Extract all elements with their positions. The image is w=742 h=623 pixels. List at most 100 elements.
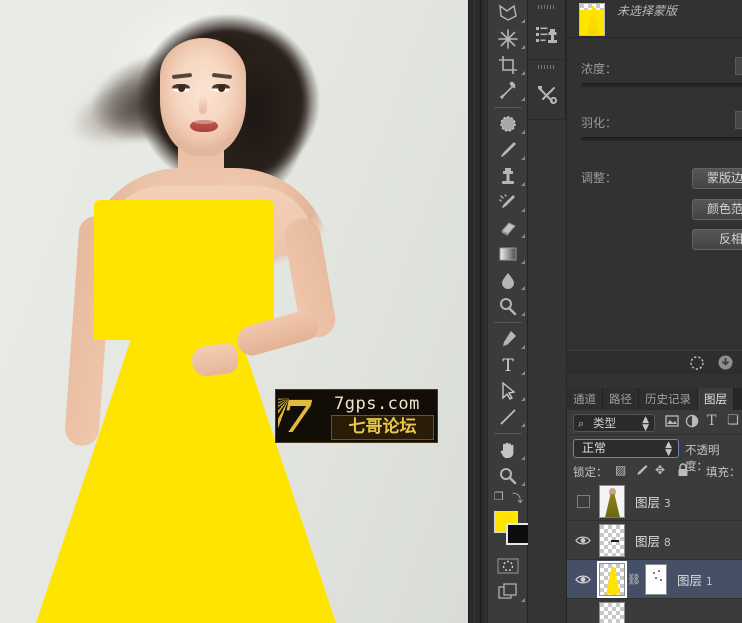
layer-name: 图层 3: [635, 494, 671, 510]
table-row[interactable]: [567, 599, 742, 623]
feather-value-field[interactable]: [735, 111, 742, 129]
layer-thumbnail[interactable]: [599, 484, 625, 518]
dodge-tool[interactable]: [488, 293, 528, 319]
layer-kind-value: 类型: [593, 416, 616, 430]
screen-mode-button[interactable]: [488, 579, 528, 605]
layer-kind-select[interactable]: ⌕ 类型 ▲ ▼: [573, 414, 655, 433]
crop-tool[interactable]: [488, 52, 528, 78]
quick-mask-mode-button[interactable]: [488, 553, 528, 579]
swatch-helper-icons[interactable]: ❐ ⤵: [488, 489, 528, 507]
default-colors-icon[interactable]: ❐: [494, 490, 504, 503]
blend-mode-row[interactable]: 正常 ▲ ▼ 不透明度：: [567, 435, 742, 473]
blend-mode-select[interactable]: 正常 ▲ ▼: [573, 439, 679, 458]
panel-tab-group[interactable]: 通道 路径 历史记录 图层: [566, 388, 742, 410]
mask-speck: [653, 571, 655, 574]
filter-type-icon[interactable]: T: [707, 413, 716, 429]
feather-slider[interactable]: [581, 137, 742, 141]
clone-stamp-tool[interactable]: [488, 163, 528, 189]
layer-filter-row[interactable]: ⌕ 类型 ▲ ▼ T ❏: [567, 410, 742, 435]
mask-edge-button[interactable]: 蒙版边缘: [692, 168, 742, 189]
lasso-polygonal-tool[interactable]: [488, 0, 528, 26]
blur-tool[interactable]: [488, 267, 528, 293]
swap-colors-icon[interactable]: ⤵: [512, 490, 523, 506]
layer-visibility-toggle[interactable]: [567, 482, 599, 521]
lip-highlight: [194, 120, 214, 124]
tool-corner-marker: [521, 312, 525, 316]
lock-row[interactable]: 锁定： ▨ ✥ 填充：: [567, 460, 742, 482]
tool-corner-marker: [521, 371, 525, 375]
tool-corner-marker: [521, 182, 525, 186]
masks-panel-footer[interactable]: [567, 350, 742, 374]
table-row[interactable]: 图层 8: [567, 521, 742, 560]
tab-layers[interactable]: 图层: [698, 388, 734, 410]
svg-text:T: T: [502, 356, 514, 375]
tool-corner-marker: [521, 156, 525, 160]
chevron-updown-icon: ▲ ▼: [642, 415, 649, 433]
mask-title-label: 未选择蒙版: [617, 4, 678, 18]
tool-corner-marker: [521, 97, 525, 101]
image-canvas[interactable]: 7 7gps.com 七哥论坛: [0, 0, 468, 623]
layers-panel[interactable]: ⌕ 类型 ▲ ▼ T ❏ 正常 ▲ ▼ 不透明度： 锁定： ▨ ✥ 填充： 图层…: [566, 410, 742, 623]
collapsed-panel-column[interactable]: [528, 0, 566, 623]
gradient-tool[interactable]: [488, 241, 528, 267]
hand-tool[interactable]: [488, 437, 528, 463]
layer-visibility-toggle[interactable]: [567, 599, 599, 623]
tool-separator-1: [494, 107, 522, 108]
tab-paths[interactable]: 路径: [603, 388, 639, 410]
line-tool[interactable]: [488, 404, 528, 430]
table-row[interactable]: ⛓ 图层 1: [567, 560, 742, 599]
type-tool[interactable]: T: [488, 352, 528, 378]
density-value-field[interactable]: [735, 57, 742, 75]
right-panel-dock: 未选择蒙版 浓度： 羽化： 调整： 蒙版边缘 颜色范围 反相 通道 路径 历: [566, 0, 742, 623]
layer-mask-link-icon[interactable]: ⛓: [627, 573, 641, 586]
tool-corner-marker: [521, 130, 525, 134]
layer-thumbnail[interactable]: [599, 601, 625, 623]
thumb-dress: [605, 493, 620, 518]
filter-adjustment-icon[interactable]: [685, 414, 699, 428]
layer-mask-thumbnail[interactable]: [645, 563, 667, 595]
path-selection-tool[interactable]: [488, 378, 528, 404]
lock-position-icon[interactable]: ✥: [655, 463, 665, 477]
magic-wand-tool[interactable]: [488, 26, 528, 52]
layer-visibility-toggle[interactable]: [567, 560, 599, 599]
thumb-dress-yellow: [606, 566, 620, 595]
brush-tool[interactable]: [488, 137, 528, 163]
collapsed-panel-tool-presets[interactable]: [528, 60, 566, 120]
tool-corner-marker: [521, 423, 525, 427]
tools-panel[interactable]: T ❐ ⤵: [488, 0, 530, 623]
color-swatches[interactable]: [488, 509, 530, 553]
adjust-label: 调整：: [581, 171, 618, 185]
layer-thumbnail[interactable]: [599, 523, 625, 557]
feather-label: 羽化：: [581, 116, 618, 130]
invert-button[interactable]: 反相: [692, 229, 742, 250]
layer-visibility-toggle[interactable]: [567, 521, 599, 560]
density-slider[interactable]: [581, 83, 742, 87]
filter-shape-icon[interactable]: ❏: [727, 413, 739, 428]
table-row[interactable]: 图层 3: [567, 482, 742, 521]
spot-healing-brush-tool[interactable]: [488, 111, 528, 137]
layer-thumbnail[interactable]: [597, 560, 627, 598]
eraser-tool[interactable]: [488, 215, 528, 241]
collapsed-panel-actions[interactable]: [528, 0, 566, 60]
fill-label: 填充：: [706, 465, 741, 479]
layer-name: 图层 1: [677, 572, 713, 588]
masks-panel[interactable]: 未选择蒙版 浓度： 羽化： 调整： 蒙版边缘 颜色范围 反相: [566, 0, 742, 388]
nose: [199, 96, 207, 114]
search-icon: ⌕: [578, 417, 585, 430]
color-range-button[interactable]: 颜色范围: [692, 199, 742, 220]
lock-image-icon[interactable]: [635, 463, 649, 477]
lock-transparent-icon[interactable]: ▨: [615, 463, 626, 477]
watermark: 7 7gps.com 七哥论坛: [275, 389, 438, 443]
mask-speck: [655, 576, 657, 579]
mask-thumbnail-shape: [587, 6, 599, 36]
zoom-tool[interactable]: [488, 463, 528, 489]
lock-all-icon[interactable]: [677, 463, 689, 477]
tab-channels[interactable]: 通道: [567, 388, 603, 410]
history-brush-tool[interactable]: [488, 189, 528, 215]
eyedropper-tool[interactable]: [488, 78, 528, 104]
mask-thumbnail[interactable]: [579, 3, 605, 36]
tab-history[interactable]: 历史记录: [639, 388, 698, 410]
filter-pixel-icon[interactable]: [665, 414, 679, 428]
background-color-swatch[interactable]: [506, 523, 530, 545]
pen-tool[interactable]: [488, 326, 528, 352]
